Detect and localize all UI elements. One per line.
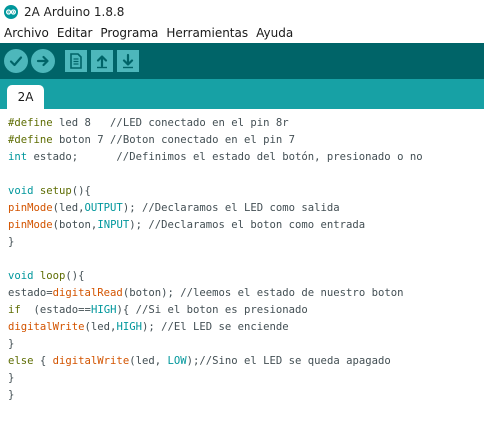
code-token: void [8,270,34,282]
code-line: } [8,336,423,353]
code-token: } [8,338,15,350]
arrow-right-icon [36,55,49,67]
menu-herramientas[interactable]: Herramientas [162,23,252,43]
code-line: #define led 8 //LED conectado en el pin … [8,115,423,132]
code-token: OUTPUT [84,202,123,214]
upload-button[interactable] [31,49,55,73]
code-line: pinMode(boton,INPUT); //Declaramos el bo… [8,217,423,234]
code-token: loop [39,270,66,282]
open-button[interactable] [91,50,113,72]
code-text[interactable]: #define led 8 //LED conectado en el pin … [8,115,423,404]
new-file-icon [70,53,82,69]
code-token: #define [8,117,53,129]
new-sketch-button[interactable] [65,50,87,72]
menu-ayuda[interactable]: Ayuda [252,23,297,43]
code-token: if [8,304,21,316]
code-token: boton 7 //Boton conectado en el pin 7 [52,134,296,146]
code-token: } [8,236,15,248]
menu-programa[interactable]: Programa [96,23,162,43]
code-line: int estado; //Definimos el estado del bo… [8,149,423,166]
code-token: void [8,185,34,197]
code-line: if (estado==HIGH){ //Si el boton es pres… [8,302,423,319]
code-token: );//Sino el LED se queda apagado [186,355,391,367]
menu-bar: Archivo Editar Programa Herramientas Ayu… [0,23,484,43]
code-token: LOW [167,355,187,367]
code-editor[interactable]: #define led 8 //LED conectado en el pin … [0,109,484,437]
code-token: else [8,355,34,367]
code-line: pinMode(led,OUTPUT); //Declaramos el LED… [8,200,423,217]
code-token: HIGH [90,304,117,316]
code-token: ){ //Si el boton es presionado [116,304,308,316]
tab-2a[interactable]: 2A [7,85,44,109]
tab-bar: 2A [0,79,484,109]
code-line: } [8,234,423,251]
code-token: (led, [84,321,117,333]
code-line: #define boton 7 //Boton conectado en el … [8,132,423,149]
arrow-up-icon [96,55,108,69]
code-token: digitalWrite [52,355,130,367]
toolbar [0,43,484,79]
verify-button[interactable] [4,49,28,73]
code-line: digitalWrite(led,HIGH); //El LED se enci… [8,319,423,336]
code-token: (boton, [52,219,98,231]
code-line: estado=digitalRead(boton); //leemos el e… [8,285,423,302]
code-token: ); //Declaramos el LED como salida [122,202,340,214]
code-token: pinMode [8,219,53,231]
code-token: estado= [8,287,53,299]
window-title: 2A Arduino 1.8.8 [24,4,125,19]
code-token: ); //Declaramos el boton como entrada [129,219,366,231]
save-button[interactable] [117,50,139,72]
code-token: } [8,389,15,401]
code-token: HIGH [116,321,142,333]
code-token: digitalWrite [8,321,85,333]
title-bar: 2A Arduino 1.8.8 [0,0,484,23]
code-token: digitalRead [52,287,123,299]
code-token: (led, [129,355,168,367]
code-token: setup [39,185,72,197]
code-token: estado; //Definimos el estado del botón,… [27,151,423,163]
arduino-logo-icon [4,4,18,19]
menu-editar[interactable]: Editar [53,23,97,43]
code-token: led 8 //LED conectado en el pin 8r [52,117,289,129]
arrow-down-icon [122,53,134,69]
code-token: pinMode [8,202,53,214]
code-token: #define [8,134,53,146]
code-token: int [8,151,28,163]
code-token: INPUT [97,219,130,231]
code-line: } [8,370,423,387]
code-token: } [8,372,15,384]
code-line: else { digitalWrite(led, LOW);//Sino el … [8,353,423,370]
code-token: (estado== [20,304,91,316]
code-line: void setup(){ [8,183,423,200]
menu-archivo[interactable]: Archivo [0,23,53,43]
code-line: } [8,387,423,404]
code-token: (){ [65,270,85,282]
code-token: (led, [52,202,85,214]
code-token: { [33,355,53,367]
code-line: void loop(){ [8,268,423,285]
code-token: (boton); //leemos el estado de nuestro b… [122,287,404,299]
checkmark-icon [9,56,23,67]
code-token: (){ [71,185,91,197]
code-token: ); //El LED se enciende [141,321,289,333]
